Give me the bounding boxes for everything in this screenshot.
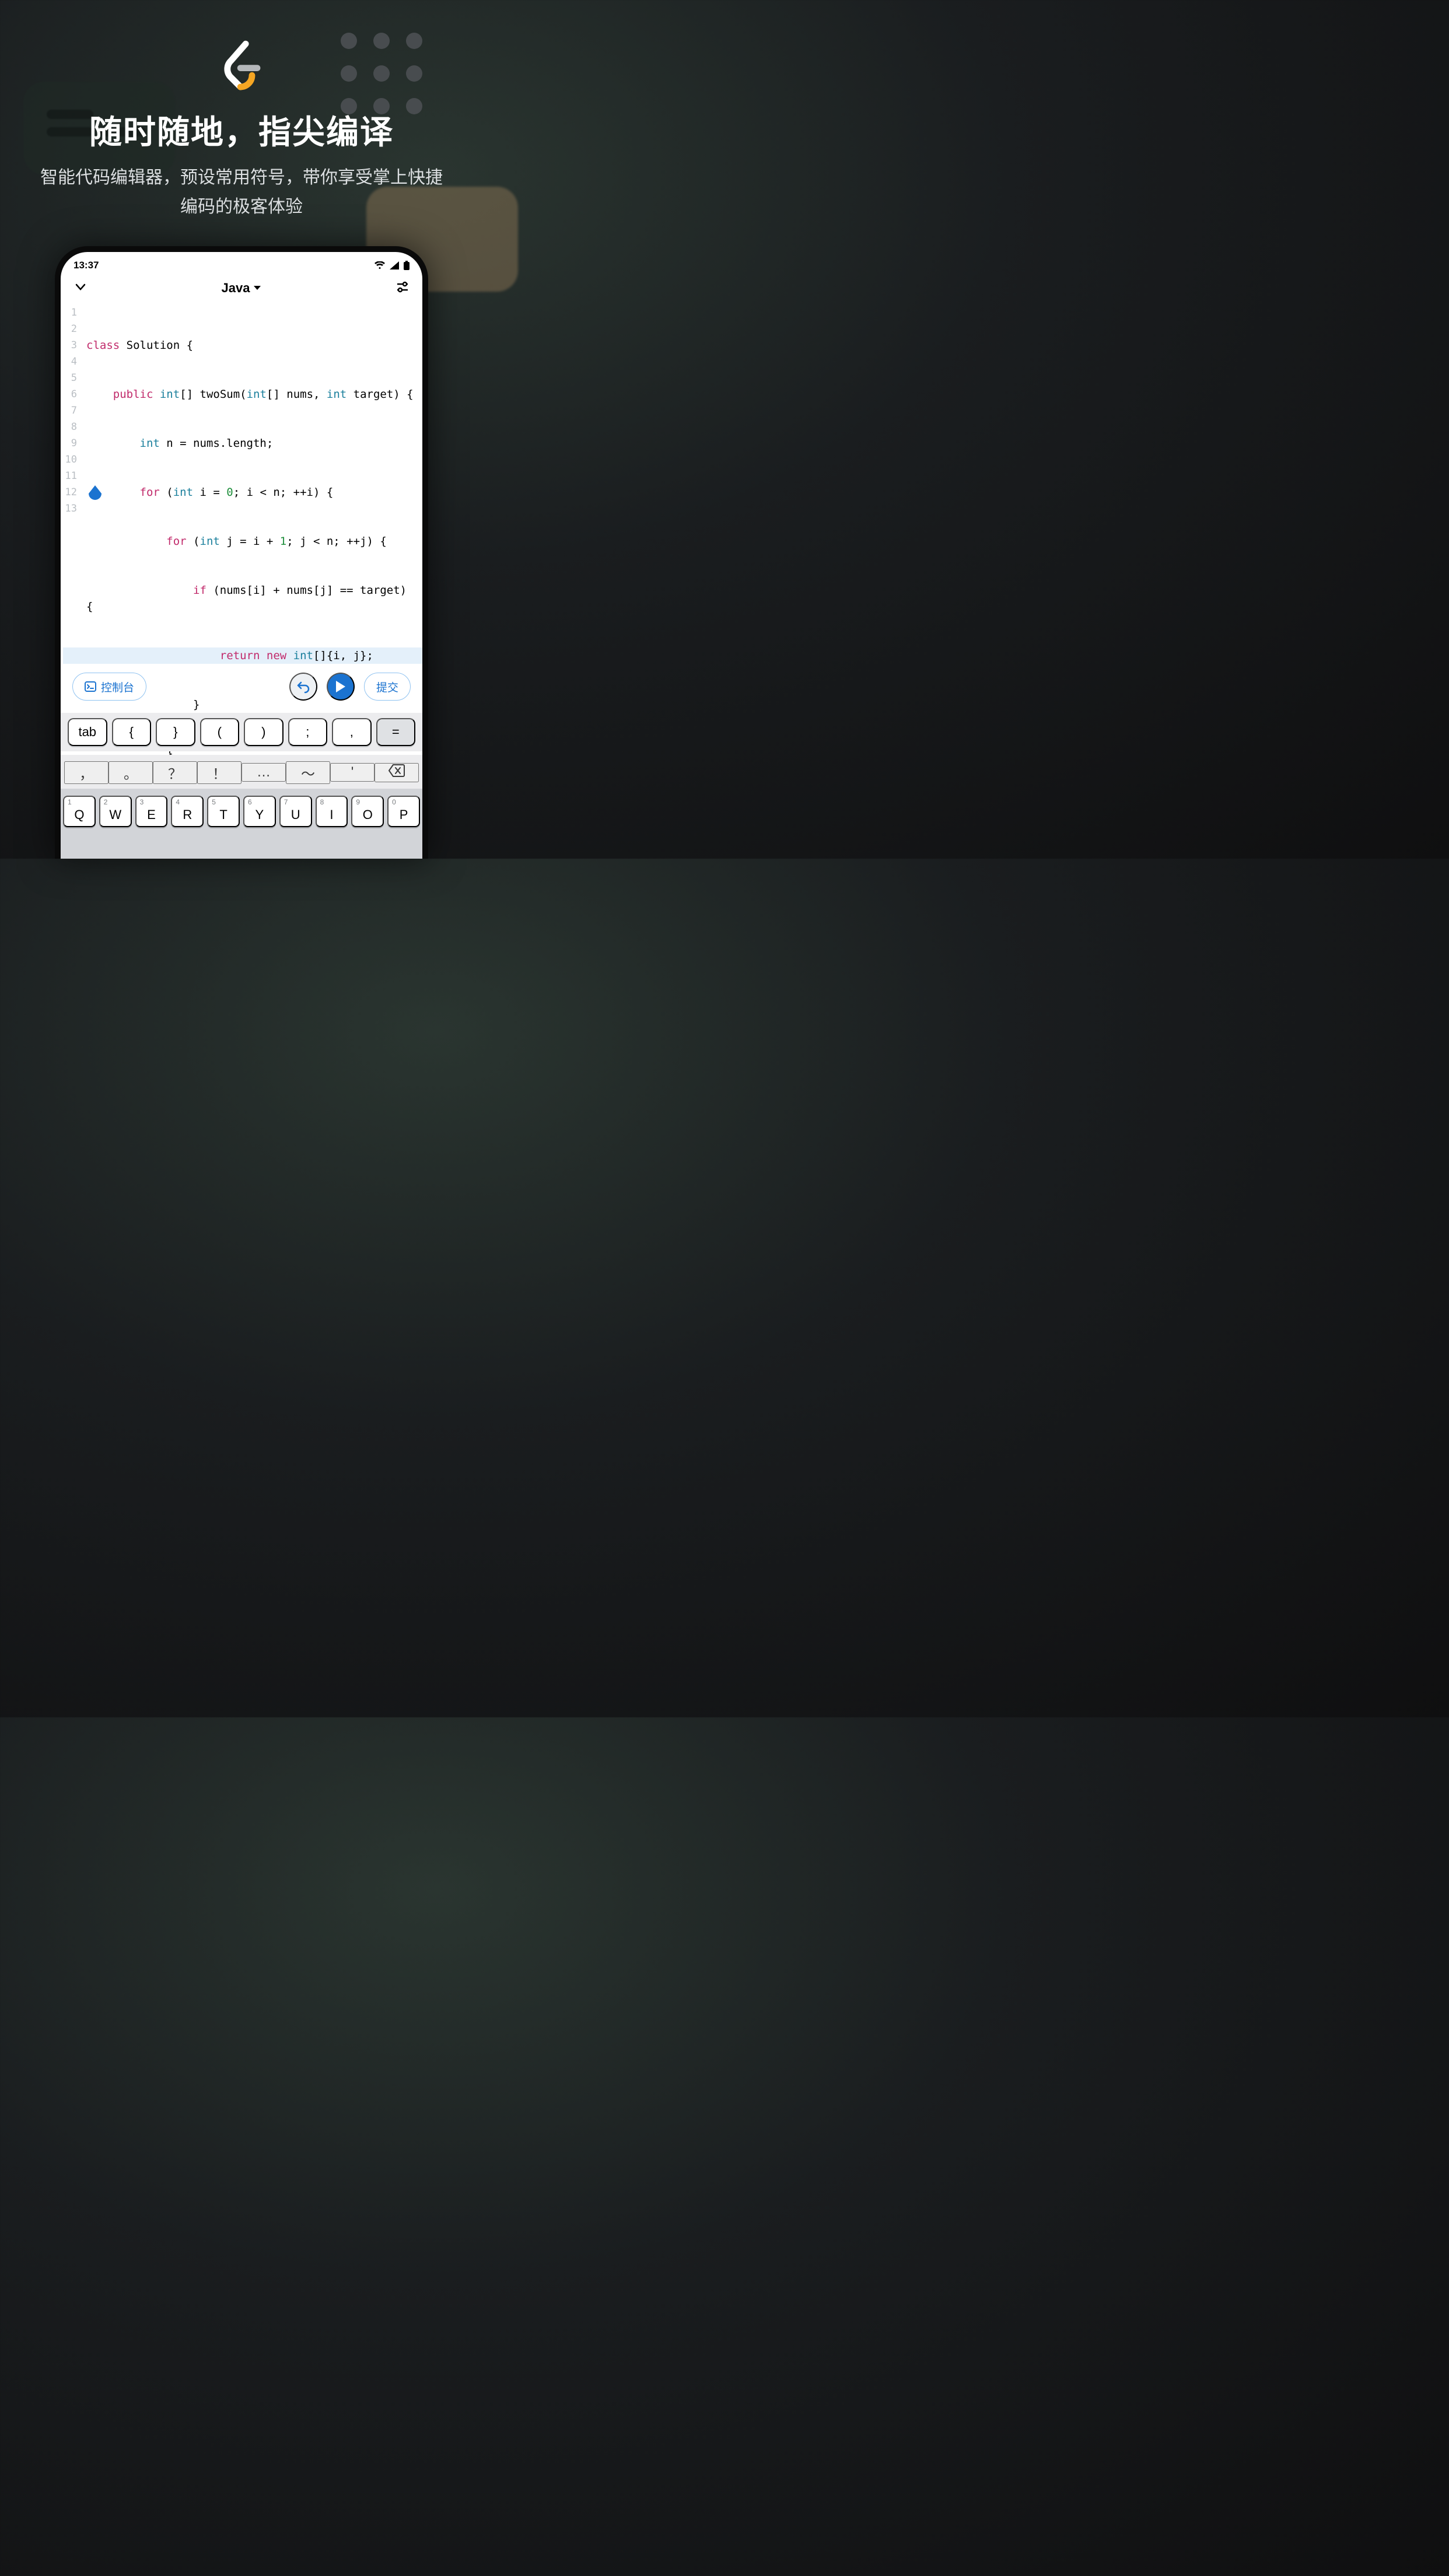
key-tab[interactable]: tab <box>68 718 107 746</box>
wifi-icon <box>374 261 385 270</box>
key-equals[interactable]: = <box>376 718 416 746</box>
marketing-subtitle: 智能代码编辑器，预设常用符号，带你享受掌上快捷编码的极客体验 <box>35 163 448 221</box>
key-o[interactable]: 9O <box>351 796 384 827</box>
ime-key-period[interactable]: 。 <box>108 761 153 784</box>
ime-key-ellipsis[interactable]: … <box>242 763 286 782</box>
cursor-handle-icon[interactable] <box>89 485 102 503</box>
collapse-button[interactable] <box>74 280 88 297</box>
phone-mockup: 13:37 Java 12345678910111213 class Solut… <box>55 246 428 859</box>
run-button[interactable] <box>327 673 355 701</box>
key-u[interactable]: 7U <box>279 796 312 827</box>
key-lparen[interactable]: ( <box>200 718 240 746</box>
language-label: Java <box>222 281 250 296</box>
key-y[interactable]: 6Y <box>243 796 276 827</box>
key-p[interactable]: 0P <box>387 796 420 827</box>
editor-action-bar: 控制台 提交 <box>61 666 422 707</box>
ime-suggestion-row: ， 。 ？ ！ … ～ ' <box>61 755 422 790</box>
key-lbrace[interactable]: { <box>112 718 152 746</box>
symbol-toolbar: tab { } ( ) ; , = <box>61 713 422 751</box>
console-label: 控制台 <box>101 679 134 695</box>
key-e[interactable]: 3E <box>135 796 168 827</box>
cellular-icon <box>390 261 399 270</box>
highlighted-line: return new int[]{i, j}; <box>63 648 422 664</box>
ime-key-tilde[interactable]: ～ <box>286 761 330 784</box>
battery-icon <box>404 261 410 270</box>
settings-button[interactable] <box>396 280 410 297</box>
ime-key-question[interactable]: ？ <box>153 761 197 784</box>
ime-key-exclaim[interactable]: ！ <box>197 761 242 784</box>
undo-button[interactable] <box>289 673 317 701</box>
submit-label: 提交 <box>376 679 398 695</box>
key-rparen[interactable]: ) <box>244 718 284 746</box>
backspace-icon <box>388 764 405 777</box>
ime-backspace-button[interactable] <box>374 763 419 782</box>
key-w[interactable]: 2W <box>99 796 132 827</box>
key-t[interactable]: 5T <box>207 796 240 827</box>
line-number-gutter: 12345678910111213 <box>61 304 80 517</box>
keyboard-row: 1Q2W3E4R5T6Y7U8I9O0P <box>61 789 422 859</box>
status-time: 13:37 <box>74 260 99 271</box>
ime-key-apostrophe[interactable]: ' <box>330 763 374 782</box>
chevron-down-icon <box>74 280 88 294</box>
language-selector[interactable]: Java <box>222 281 262 296</box>
play-icon <box>335 680 346 693</box>
key-rbrace[interactable]: } <box>156 718 195 746</box>
decor-dot-grid <box>341 33 457 114</box>
key-q[interactable]: 1Q <box>63 796 96 827</box>
console-button[interactable]: 控制台 <box>72 673 146 701</box>
key-comma[interactable]: , <box>332 718 372 746</box>
undo-icon <box>296 680 310 694</box>
leetcode-logo-icon <box>215 40 268 92</box>
key-r[interactable]: 4R <box>171 796 204 827</box>
editor-topbar: Java <box>61 275 422 301</box>
status-bar: 13:37 <box>61 252 422 275</box>
submit-button[interactable]: 提交 <box>364 673 411 701</box>
marketing-title: 随时随地，指尖编译 <box>0 106 483 153</box>
terminal-icon <box>85 681 96 692</box>
ime-key-comma[interactable]: ， <box>64 761 108 784</box>
key-semicolon[interactable]: ; <box>288 718 328 746</box>
key-i[interactable]: 8I <box>316 796 348 827</box>
caret-down-icon <box>253 285 261 291</box>
sliders-icon <box>396 280 410 294</box>
